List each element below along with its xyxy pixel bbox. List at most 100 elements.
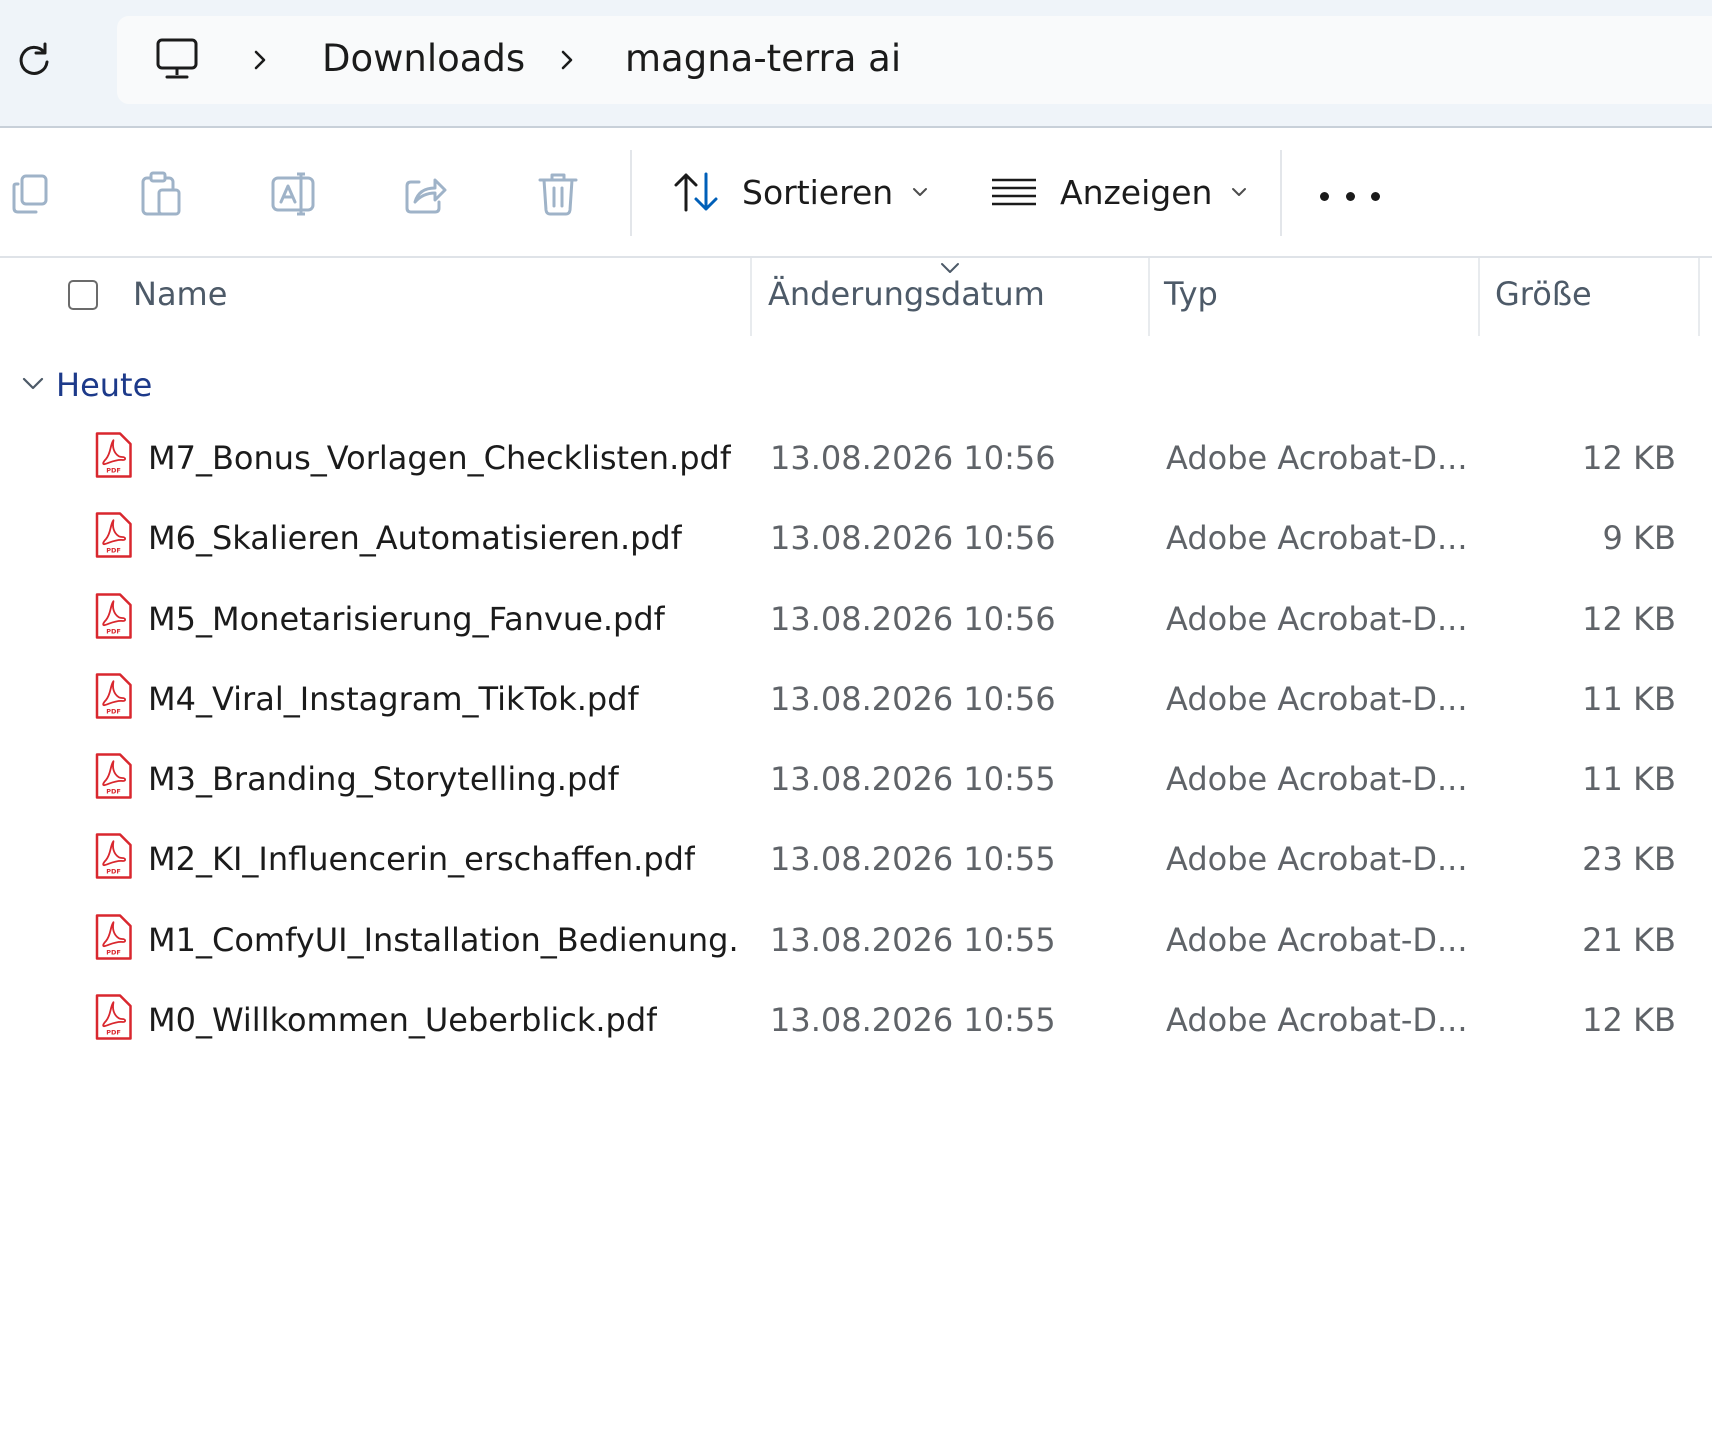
chevron-down-icon[interactable] bbox=[18, 368, 48, 398]
view-button-label: Anzeigen bbox=[1060, 172, 1213, 212]
file-row[interactable]: PDF M5_Monetarisierung_Fanvue.pdf 13.08.… bbox=[0, 581, 1712, 661]
svg-text:PDF: PDF bbox=[106, 868, 121, 876]
list-view-icon bbox=[992, 178, 1036, 206]
sort-arrows-icon bbox=[674, 172, 718, 212]
command-bar: Sortieren Anzeigen bbox=[0, 128, 1712, 258]
file-row[interactable]: PDF M0_Willkommen_Ueberblick.pdf 13.08.2… bbox=[0, 982, 1712, 1062]
rename-icon bbox=[271, 172, 315, 216]
file-size: 11 KB bbox=[1582, 679, 1676, 718]
chevron-down-icon bbox=[1230, 186, 1248, 198]
pdf-file-icon: PDF bbox=[95, 994, 132, 1040]
column-header-size[interactable]: Größe bbox=[1495, 272, 1592, 316]
file-size: 12 KB bbox=[1582, 599, 1676, 638]
pdf-file-icon: PDF bbox=[95, 512, 132, 559]
file-row[interactable]: PDF M1_ComfyUI_Installation_Bedienung.p.… bbox=[0, 902, 1712, 982]
group-header-today[interactable]: Heute bbox=[0, 358, 600, 414]
breadcrumb-separator[interactable] bbox=[244, 40, 276, 80]
file-modified-date: 13.08.2026 10:56 bbox=[770, 679, 1056, 718]
file-type: Adobe Acrobat-D... bbox=[1166, 439, 1468, 477]
file-name: M1_ComfyUI_Installation_Bedienung.p... bbox=[148, 920, 738, 959]
file-name: M2_KI_Influencerin_erschaffen.pdf bbox=[148, 840, 696, 879]
sort-button[interactable]: Sortieren bbox=[672, 162, 929, 222]
command-bar-divider bbox=[1280, 150, 1282, 236]
group-label: Heute bbox=[56, 366, 153, 404]
chevron-right-icon bbox=[561, 50, 573, 70]
pdf-file-icon: PDF bbox=[95, 914, 132, 960]
file-modified-date: 13.08.2026 10:55 bbox=[770, 760, 1056, 799]
file-row[interactable]: PDF M3_Branding_Storytelling.pdf 13.08.2… bbox=[0, 741, 1712, 821]
column-separator[interactable] bbox=[750, 258, 752, 336]
pdf-file-icon: PDF bbox=[95, 432, 132, 478]
file-type: Adobe Acrobat-D... bbox=[1166, 1001, 1468, 1040]
file-size: 12 KB bbox=[1582, 439, 1676, 477]
paste-button[interactable] bbox=[133, 166, 189, 222]
file-size: 11 KB bbox=[1582, 760, 1676, 799]
file-row[interactable]: PDF M2_KI_Influencerin_erschaffen.pdf 13… bbox=[0, 821, 1712, 901]
more-dots-icon bbox=[1345, 191, 1355, 201]
address-bar: Downloads magna-terra ai bbox=[0, 0, 1712, 128]
column-separator[interactable] bbox=[1478, 258, 1480, 336]
svg-text:PDF: PDF bbox=[106, 948, 121, 956]
file-type: Adobe Acrobat-D... bbox=[1166, 599, 1468, 638]
column-separator[interactable] bbox=[1148, 258, 1150, 336]
refresh-button[interactable] bbox=[10, 36, 58, 84]
column-separator[interactable] bbox=[1698, 258, 1700, 336]
breadcrumb-separator[interactable] bbox=[551, 40, 583, 80]
refresh-icon bbox=[19, 42, 49, 75]
copy-icon bbox=[12, 174, 48, 214]
file-size: 9 KB bbox=[1602, 519, 1676, 558]
pdf-file-icon: PDF bbox=[95, 753, 132, 799]
svg-text:PDF: PDF bbox=[106, 467, 121, 475]
pdf-file-icon: PDF bbox=[95, 592, 132, 639]
file-type: Adobe Acrobat-D... bbox=[1166, 519, 1468, 558]
column-header-type[interactable]: Typ bbox=[1164, 272, 1218, 316]
file-type: Adobe Acrobat-D... bbox=[1166, 760, 1468, 799]
file-modified-date: 13.08.2026 10:55 bbox=[770, 1001, 1056, 1040]
svg-text:PDF: PDF bbox=[106, 707, 121, 715]
column-header-date[interactable]: Änderungsdatum bbox=[768, 272, 1045, 316]
rename-button[interactable] bbox=[265, 166, 321, 222]
file-size: 12 KB bbox=[1582, 1001, 1676, 1040]
file-modified-date: 13.08.2026 10:56 bbox=[770, 439, 1056, 477]
paste-icon bbox=[141, 171, 181, 216]
file-modified-date: 13.08.2026 10:56 bbox=[770, 519, 1056, 558]
more-options-button[interactable] bbox=[1320, 176, 1380, 216]
svg-text:PDF: PDF bbox=[106, 1029, 121, 1037]
file-list: PDF M7_Bonus_Vorlagen_Checklisten.pdf 13… bbox=[0, 420, 1712, 1062]
sort-button-label: Sortieren bbox=[742, 172, 894, 212]
copy-button[interactable] bbox=[2, 166, 58, 222]
file-row[interactable]: PDF M4_Viral_Instagram_TikTok.pdf 13.08.… bbox=[0, 661, 1712, 741]
file-name: M0_Willkommen_Ueberblick.pdf bbox=[148, 1001, 658, 1040]
command-bar-divider bbox=[630, 150, 632, 236]
chevron-down-icon bbox=[911, 186, 929, 198]
file-name: M7_Bonus_Vorlagen_Checklisten.pdf bbox=[148, 439, 732, 477]
view-button[interactable]: Anzeigen bbox=[990, 162, 1248, 222]
file-name: M4_Viral_Instagram_TikTok.pdf bbox=[148, 679, 639, 718]
breadcrumb-this-pc[interactable] bbox=[150, 34, 204, 84]
column-header-name[interactable]: Name bbox=[133, 272, 227, 316]
file-name: M5_Monetarisierung_Fanvue.pdf bbox=[148, 599, 665, 638]
svg-text:PDF: PDF bbox=[106, 547, 121, 555]
file-size: 23 KB bbox=[1582, 840, 1676, 879]
delete-icon bbox=[538, 173, 578, 216]
file-type: Adobe Acrobat-D... bbox=[1166, 679, 1468, 718]
share-button[interactable] bbox=[398, 166, 454, 222]
file-modified-date: 13.08.2026 10:55 bbox=[770, 920, 1056, 959]
file-name: M3_Branding_Storytelling.pdf bbox=[148, 760, 619, 799]
more-dots-icon bbox=[1320, 191, 1329, 201]
breadcrumb-item-downloads[interactable]: Downloads bbox=[322, 32, 525, 86]
select-all-checkbox[interactable] bbox=[68, 280, 98, 310]
pdf-file-icon: PDF bbox=[95, 833, 132, 880]
file-row[interactable]: PDF M6_Skalieren_Automatisieren.pdf 13.0… bbox=[0, 500, 1712, 580]
file-name: M6_Skalieren_Automatisieren.pdf bbox=[148, 519, 682, 558]
breadcrumb-item-current-folder[interactable]: magna-terra ai bbox=[625, 32, 901, 86]
file-size: 21 KB bbox=[1582, 920, 1676, 959]
file-row[interactable]: PDF M7_Bonus_Vorlagen_Checklisten.pdf 13… bbox=[0, 420, 1712, 500]
chevron-right-icon bbox=[254, 50, 266, 70]
file-modified-date: 13.08.2026 10:55 bbox=[770, 840, 1056, 879]
column-header-row: Name Änderungsdatum Typ Größe bbox=[0, 258, 1712, 338]
file-type: Adobe Acrobat-D... bbox=[1166, 920, 1468, 959]
more-dots-icon bbox=[1371, 191, 1380, 201]
delete-button[interactable] bbox=[530, 166, 586, 222]
share-icon bbox=[405, 178, 447, 214]
